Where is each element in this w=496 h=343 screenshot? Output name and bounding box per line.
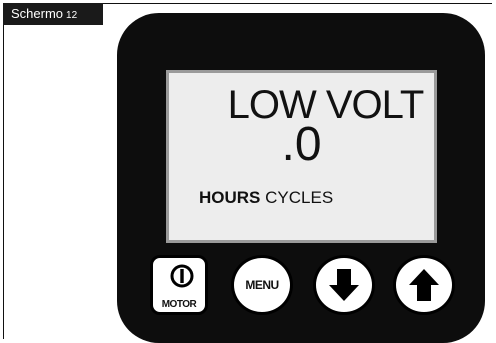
display-mode-line: HOURS CYCLES xyxy=(199,188,333,208)
screen-label-number: 12 xyxy=(66,10,78,21)
lcd-display: LOW VOLT .0 HOURS CYCLES xyxy=(166,70,437,243)
menu-button[interactable]: MENU xyxy=(231,255,293,315)
menu-button-label: MENU xyxy=(245,278,279,292)
up-button[interactable] xyxy=(393,255,455,315)
power-icon xyxy=(170,264,194,288)
display-cycles-label: CYCLES xyxy=(265,188,334,207)
down-button[interactable] xyxy=(313,255,375,315)
control-panel: LOW VOLT .0 HOURS CYCLES MOTOR MENU xyxy=(117,13,485,343)
display-value: .0 xyxy=(281,118,322,171)
arrow-up-icon xyxy=(409,269,439,301)
display-hours-label: HOURS xyxy=(199,188,261,207)
arrow-down-icon xyxy=(329,269,359,301)
motor-button[interactable]: MOTOR xyxy=(150,255,208,315)
motor-button-label: MOTOR xyxy=(161,299,197,310)
screen-label-text: Schermo xyxy=(11,6,64,21)
screen-label: Schermo 12 xyxy=(3,3,103,25)
